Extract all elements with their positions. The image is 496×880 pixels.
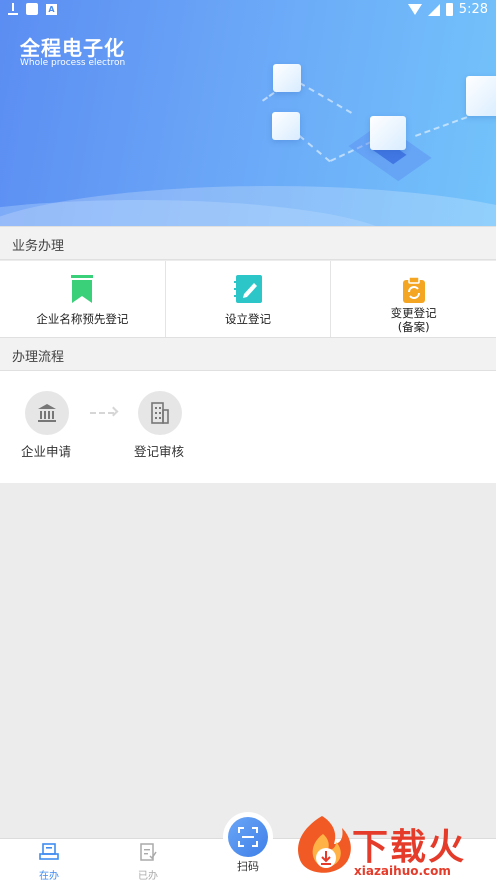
scan-button[interactable] bbox=[223, 812, 273, 862]
banner-subtitle: Whole process electron bbox=[20, 58, 126, 68]
banner-dash-line bbox=[415, 116, 468, 137]
process-step-label: 企业申请 bbox=[21, 444, 72, 459]
tab-in-progress[interactable]: 在办 bbox=[19, 843, 79, 880]
banner-dash-line bbox=[298, 135, 331, 163]
tab-label: 已办 bbox=[138, 871, 158, 880]
watermark-text: 下载火 bbox=[352, 827, 467, 868]
flame-logo-icon bbox=[298, 816, 351, 873]
watermark-url: xiazaihuo.com bbox=[354, 864, 451, 878]
business-item-label-line2: (备案) bbox=[397, 320, 430, 334]
process-step-icon-wrap bbox=[138, 391, 182, 435]
in-progress-icon bbox=[39, 843, 59, 860]
banner-cube bbox=[370, 116, 406, 150]
bank-building-icon bbox=[38, 404, 56, 422]
watermark: 下载火 xiazaihuo.com bbox=[292, 812, 496, 880]
status-bar: A 5:28 bbox=[0, 0, 496, 22]
edit-notebook-icon bbox=[234, 275, 262, 303]
business-item-label: 变更登记 bbox=[390, 306, 437, 320]
app-notification-icon: A bbox=[46, 3, 57, 15]
signal-icon bbox=[427, 3, 440, 16]
download-icon bbox=[8, 3, 18, 15]
banner-cube bbox=[272, 112, 300, 140]
process-section-header: 办理流程 bbox=[0, 337, 496, 371]
battery-icon bbox=[445, 3, 453, 16]
arrow-right-icon bbox=[108, 406, 119, 417]
tab-completed[interactable]: 已办 bbox=[118, 843, 178, 880]
header-banner: 全程电子化 Whole process electron bbox=[0, 0, 496, 226]
business-item-change-registration[interactable]: 变更登记 (备案) bbox=[331, 261, 496, 337]
business-grid: 企业名称预先登记 设立登记 变更登记 (备案) bbox=[0, 261, 496, 337]
notification-icon bbox=[26, 3, 38, 15]
process-step-icon-wrap bbox=[25, 391, 69, 435]
process-section-title: 办理流程 bbox=[12, 350, 65, 365]
scan-label: 扫码 bbox=[237, 860, 259, 873]
banner-cube bbox=[273, 64, 301, 92]
business-item-name-preregistration[interactable]: 企业名称预先登记 bbox=[0, 261, 166, 337]
completed-doc-icon bbox=[140, 843, 157, 861]
business-item-label: 设立登记 bbox=[225, 312, 271, 326]
clipboard-refresh-icon bbox=[402, 277, 425, 303]
banner-cube bbox=[466, 76, 496, 116]
business-section-title: 业务办理 bbox=[12, 239, 65, 254]
scan-button-circle bbox=[228, 817, 268, 857]
banner-dash-line bbox=[299, 82, 352, 114]
banner-title: 全程电子化 bbox=[20, 36, 125, 60]
business-section-header: 业务办理 bbox=[0, 226, 496, 260]
office-building-icon bbox=[151, 402, 169, 424]
bookmark-icon bbox=[71, 275, 94, 303]
scan-icon bbox=[238, 827, 258, 847]
process-flow: 企业申请 登记审核 bbox=[0, 371, 496, 483]
tab-label: 在办 bbox=[39, 871, 59, 880]
business-item-establishment[interactable]: 设立登记 bbox=[166, 261, 332, 337]
process-step-label: 登记审核 bbox=[134, 444, 185, 459]
business-item-label: 企业名称预先登记 bbox=[36, 312, 129, 326]
status-time: 5:28 bbox=[458, 2, 488, 17]
wifi-icon bbox=[407, 4, 422, 15]
